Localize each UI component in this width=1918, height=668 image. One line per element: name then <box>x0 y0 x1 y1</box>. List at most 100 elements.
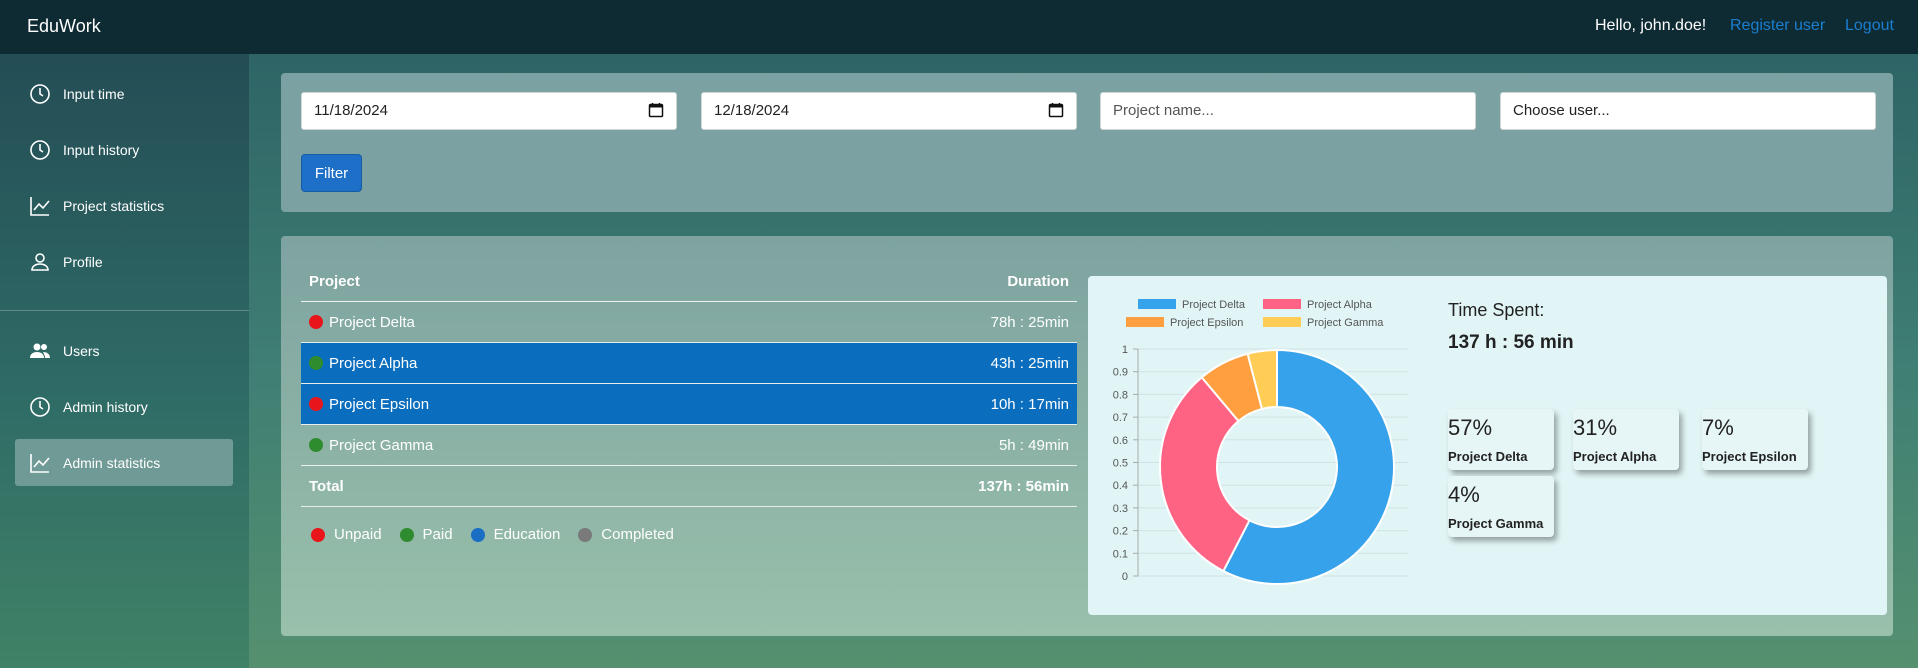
date-from-input[interactable]: 11/18/2024 <box>301 92 677 130</box>
choose-user-placeholder: Choose user... <box>1513 102 1610 119</box>
stat-project-name: Project Epsilon <box>1702 449 1797 464</box>
status-dot <box>309 356 323 370</box>
legend-label: Completed <box>601 526 674 543</box>
register-user-link[interactable]: Register user <box>1730 17 1825 35</box>
sidebar-divider <box>0 310 249 311</box>
table-row[interactable]: Project Epsilon 10h : 17min <box>301 384 1077 425</box>
project-table: Project Duration Project Delta 78h : 25m… <box>301 262 1077 507</box>
project-name-input[interactable]: Project name... <box>1100 92 1476 130</box>
sidebar-item-admin-statistics[interactable]: Admin statistics <box>15 439 233 486</box>
project-duration: 78h : 25min <box>990 313 1069 331</box>
project-duration: 5h : 49min <box>998 436 1069 454</box>
brand-logo[interactable]: EduWork <box>27 16 101 37</box>
project-name-placeholder: Project name... <box>1113 102 1214 119</box>
status-dot <box>309 397 323 411</box>
history-icon <box>29 396 51 418</box>
project-duration: 43h : 25min <box>990 354 1069 372</box>
stat-percent: 57% <box>1448 415 1493 440</box>
y-tick-label: 1 <box>1122 344 1128 356</box>
doughnut-chart: Project Delta Project Alpha Project Epsilo… <box>1113 299 1408 585</box>
clock-icon <box>29 83 51 105</box>
choose-user-select[interactable]: Choose user... <box>1500 92 1876 130</box>
table-header: Project Duration <box>301 262 1077 302</box>
stat-card: 7% Project Epsilon <box>1702 409 1808 470</box>
sidebar-item-users[interactable]: Users <box>15 327 233 374</box>
history-icon <box>29 139 51 161</box>
chart-line-icon <box>29 452 51 474</box>
legend-label: Paid <box>422 526 453 543</box>
top-navbar: EduWork Hello, john.doe! Register user L… <box>0 0 1918 54</box>
stat-project-name: Project Delta <box>1448 449 1528 464</box>
project-duration: 10h : 17min <box>990 395 1069 413</box>
sidebar-item-label: Admin statistics <box>63 454 161 471</box>
legend-label: Project Delta <box>1182 299 1246 311</box>
sidebar-item-input-history[interactable]: Input history <box>15 126 233 173</box>
sidebar-item-admin-history[interactable]: Admin history <box>15 383 233 430</box>
statistics-panel: Project Duration Project Delta 78h : 25m… <box>281 236 1893 636</box>
date-from-value: 11/18/2024 <box>314 102 388 119</box>
status-legend: Unpaid Paid Education Completed <box>311 526 692 543</box>
project-name: Project Delta <box>329 313 415 331</box>
stat-percent: 4% <box>1448 482 1480 507</box>
y-tick-label: 0.1 <box>1113 548 1128 560</box>
filter-button[interactable]: Filter <box>301 154 362 192</box>
project-name: Project Gamma <box>329 436 434 454</box>
sidebar-item-label: Input time <box>63 85 125 102</box>
sidebar-item-profile[interactable]: Profile <box>15 238 233 285</box>
calendar-icon[interactable] <box>648 102 664 118</box>
sidebar-item-label: Input history <box>63 141 140 158</box>
calendar-icon[interactable] <box>1048 102 1064 118</box>
project-column-header: Project <box>309 273 360 290</box>
logout-link[interactable]: Logout <box>1845 17 1894 35</box>
y-tick-label: 0 <box>1122 571 1128 583</box>
sidebar-item-project-statistics[interactable]: Project statistics <box>15 182 233 229</box>
legend-label: Unpaid <box>334 526 382 543</box>
y-tick-label: 0.7 <box>1113 412 1128 424</box>
sidebar-item-input-time[interactable]: Input time <box>15 70 233 117</box>
legend-label: Education <box>493 526 561 543</box>
legend-swatch <box>1263 299 1301 309</box>
status-dot <box>578 527 593 542</box>
table-row[interactable]: Project Alpha 43h : 25min <box>301 343 1077 384</box>
legend-swatch <box>1138 299 1176 309</box>
status-dot <box>309 315 323 329</box>
date-to-input[interactable]: 12/18/2024 <box>701 92 1077 130</box>
y-tick-label: 0.4 <box>1113 480 1128 492</box>
time-spent-label: Time Spent: <box>1448 300 1545 320</box>
y-tick-label: 0.8 <box>1113 389 1128 401</box>
table-row[interactable]: Project Gamma 5h : 49min <box>301 425 1077 466</box>
status-dot <box>399 527 414 542</box>
filter-panel: 11/18/2024 12/18/2024 Project name... Ch… <box>281 73 1893 212</box>
legend-item-education: Education <box>470 526 561 543</box>
legend-item-completed: Completed <box>578 526 674 543</box>
legend-item-paid: Paid <box>399 526 453 543</box>
legend-label: Project Epsilon <box>1170 317 1243 329</box>
chart-panel: Project Delta Project Alpha Project Epsilo… <box>1088 276 1887 615</box>
legend-label: Project Alpha <box>1307 299 1373 311</box>
sidebar-item-label: Project statistics <box>63 197 165 214</box>
legend-label: Project Gamma <box>1307 317 1384 329</box>
stat-project-name: Project Gamma <box>1448 516 1544 531</box>
total-duration: 137h : 56min <box>978 477 1069 495</box>
sidebar: Input time Input history Project statist… <box>0 54 249 668</box>
status-dot <box>470 527 485 542</box>
user-icon <box>29 251 51 273</box>
chart-line-icon <box>29 195 51 217</box>
user-greeting: Hello, john.doe! <box>1595 17 1707 34</box>
stat-card: 31% Project Alpha <box>1573 409 1679 470</box>
stat-percent: 7% <box>1702 415 1734 440</box>
table-row[interactable]: Project Delta 78h : 25min <box>301 302 1077 343</box>
table-total-row: Total 137h : 56min <box>301 466 1077 507</box>
project-name: Project Alpha <box>329 354 418 372</box>
total-label: Total <box>309 477 344 495</box>
status-dot <box>309 438 323 452</box>
sidebar-item-label: Users <box>63 342 100 359</box>
stat-project-name: Project Alpha <box>1573 449 1657 464</box>
stat-card: 57% Project Delta <box>1448 409 1554 470</box>
y-tick-label: 0.3 <box>1113 503 1128 515</box>
time-spent-value: 137 h : 56 min <box>1448 332 1574 353</box>
legend-swatch <box>1263 317 1301 327</box>
sidebar-item-label: Admin history <box>63 398 148 415</box>
legend-item-unpaid: Unpaid <box>311 526 382 543</box>
stat-percent: 31% <box>1573 415 1618 440</box>
